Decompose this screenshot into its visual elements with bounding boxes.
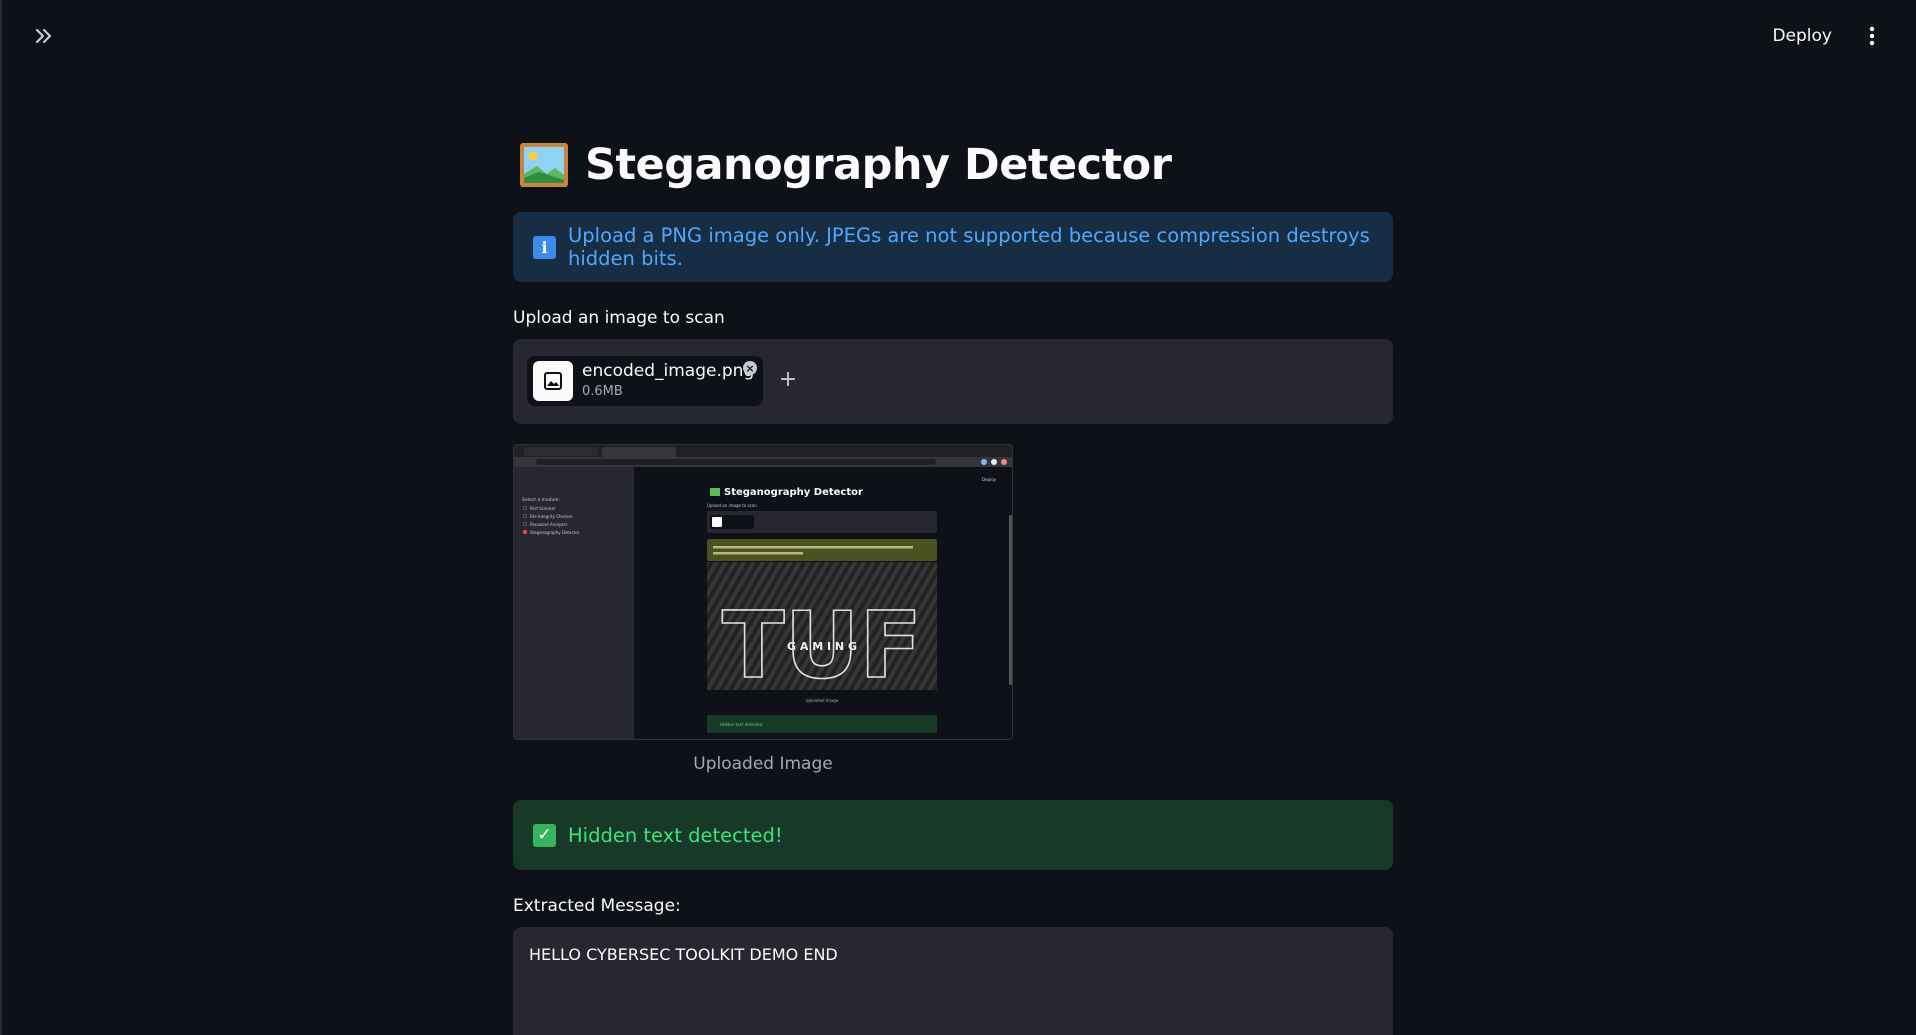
checkmark-icon: ✓ (533, 823, 556, 847)
main-menu-button[interactable] (1858, 22, 1886, 50)
deploy-button[interactable]: Deploy (1764, 22, 1840, 50)
image-caption: Uploaded Image (693, 754, 833, 774)
file-size: 0.6MB (582, 384, 623, 399)
preview-deploy: Deploy (982, 477, 997, 482)
extracted-message-label: Extracted Message: (513, 896, 681, 916)
preview-sidebar-item: Steganography Detector (530, 530, 580, 535)
preview-sidebar-item: File Integrity Checker (530, 514, 573, 519)
main-content: Steganography Detector i Upload a PNG im… (513, 130, 1393, 1035)
framed-picture-icon (520, 143, 568, 187)
plus-icon[interactable]: + (777, 367, 799, 392)
preview-sidebar-heading: Select a module: (522, 497, 560, 503)
close-circle-icon[interactable]: × (743, 361, 757, 375)
preview-sidebar-item: Port Scanner (530, 506, 556, 511)
uploaded-file-chip: encoded_image.png 0.6MB × (527, 356, 763, 406)
kebab-menu-icon (1869, 26, 1875, 46)
info-alert: i Upload a PNG image only. JPEGs are not… (513, 212, 1393, 282)
uploaded-image: Select a module: Port Scanner File Integ… (514, 445, 1012, 739)
info-icon: i (533, 235, 556, 259)
preview-sidebar-item: Password Analyzer (530, 522, 568, 527)
success-alert: ✓ Hidden text detected! (513, 800, 1393, 870)
preview-image-subtext: G A M I N G (787, 640, 857, 653)
uploaded-image-preview: Select a module: Port Scanner File Integ… (513, 444, 1013, 740)
extracted-message-textarea[interactable]: HELLO CYBERSEC TOOLKIT DEMO END (513, 927, 1393, 1035)
page-title: Steganography Detector (513, 130, 1393, 200)
page-title-text: Steganography Detector (585, 140, 1172, 190)
file-uploader[interactable]: encoded_image.png 0.6MB × + (513, 339, 1393, 424)
uploader-label: Upload an image to scan (513, 308, 725, 328)
file-name: encoded_image.png (582, 361, 755, 381)
success-alert-text: Hidden text detected! (568, 823, 783, 847)
image-file-icon (533, 361, 573, 401)
info-alert-text: Upload a PNG image only. JPEGs are not s… (568, 224, 1370, 270)
preview-inner-caption: Uploaded Image (806, 698, 839, 703)
preview-upload-label: Upload an image to scan (707, 503, 757, 508)
preview-title: Steganography Detector (724, 487, 863, 498)
app-window: Deploy Steganography Detector i Upload a… (0, 0, 1916, 1035)
top-toolbar: Deploy (2, 0, 1916, 72)
preview-success-text: Hidden text detected (720, 722, 763, 727)
expand-sidebar-button[interactable] (30, 22, 58, 50)
double-chevron-right-icon (35, 28, 52, 44)
